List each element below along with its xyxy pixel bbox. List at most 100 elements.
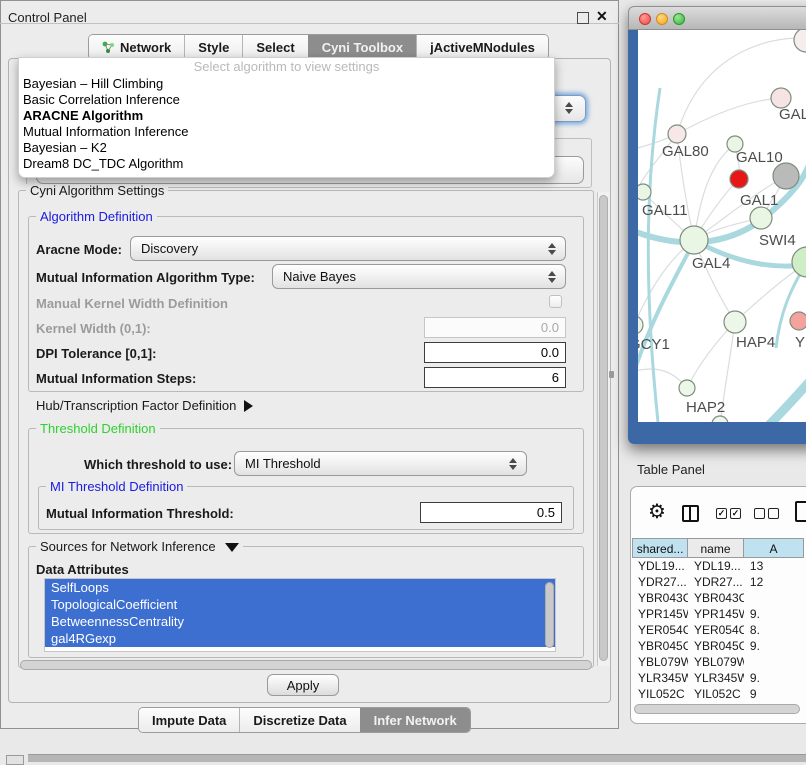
table-cell: 9. [744,606,804,622]
table-cell: YBL079W [632,654,688,670]
network-node[interactable] [792,247,806,277]
tab-network[interactable]: Network [89,35,184,59]
network-node[interactable] [712,416,728,422]
network-graph: GALGAL80GAL10GAL1GAL11GAL4SWI4GCY1HAP4YH… [638,30,806,422]
close-traffic-light[interactable] [639,13,651,25]
table-cell: YIL052C [688,686,744,701]
zoom-traffic-light[interactable] [673,13,685,25]
network-node[interactable] [638,184,651,200]
apply-button[interactable]: Apply [267,674,339,696]
network-node[interactable] [730,170,748,188]
tab-infer-network[interactable]: Infer Network [360,708,470,732]
table-row[interactable]: YIL052CYIL052C9 [632,686,804,701]
network-node[interactable] [680,226,708,254]
table-row[interactable]: YER054CYER054C8. [632,622,804,638]
table-cell: YLR345W [632,670,688,686]
manual-kernel-checkbox[interactable] [549,295,562,308]
hub-definition-section[interactable]: Hub/Transcription Factor Definition [36,398,253,413]
mi-algorithm-type-select[interactable]: Naive Bayes [272,264,566,289]
manual-kernel-label: Manual Kernel Width Definition [36,296,228,311]
new-table-icon[interactable] [795,501,806,522]
column-header[interactable]: A [744,538,804,558]
float-window-icon[interactable] [577,12,589,24]
kernel-width-field[interactable] [424,317,566,338]
dpi-tolerance-field[interactable] [424,342,566,363]
node-table[interactable]: shared...nameA YDL19...YDL19...13YDR27..… [632,538,804,701]
network-node-label: GAL10 [736,149,783,166]
algorithm-dropdown-popup: Select algorithm to view settings Bayesi… [18,57,555,178]
table-cell: YBR043C [632,590,688,606]
columns-icon[interactable] [682,505,699,522]
network-node[interactable] [750,207,772,229]
aracne-mode-label: Aracne Mode: [36,242,122,257]
network-node[interactable] [638,316,643,334]
attribute-item[interactable]: gal4RGexp [45,630,555,647]
tab-network-label: Network [120,40,171,55]
table-cell: 9. [744,670,804,686]
column-header[interactable]: name [688,538,744,558]
algorithm-option[interactable]: Basic Correlation Inference [19,92,554,108]
network-node[interactable] [724,311,746,333]
table-row[interactable]: YBR045CYBR045C9. [632,638,804,654]
algorithm-option[interactable]: Bayesian – K2 [19,140,554,156]
attribute-item[interactable]: BetweennessCentrality [45,613,555,630]
network-node[interactable] [668,125,686,143]
expand-arrow-icon[interactable] [244,400,253,412]
network-node[interactable] [790,312,806,330]
algorithm-option[interactable]: Dream8 DC_TDC Algorithm [19,156,554,172]
stepper-arrows-icon [504,458,526,470]
table-hscrollbar-thumb[interactable] [634,704,800,714]
collapsed-panel-icon[interactable] [6,755,24,765]
minimize-traffic-light[interactable] [656,13,668,25]
tab-discretize-data-label: Discretize Data [253,713,346,728]
tab-impute-data[interactable]: Impute Data [139,708,239,732]
tab-style[interactable]: Style [184,35,242,59]
table-header-row: shared...nameA [632,538,804,558]
collapse-arrow-icon[interactable] [225,543,239,552]
table-row[interactable]: YDR27...YDR27...12 [632,574,804,590]
settings-hscrollbar-thumb[interactable] [20,660,592,670]
network-node[interactable] [794,30,806,52]
control-panel-titlebar[interactable] [0,0,619,24]
network-node[interactable] [679,380,695,396]
network-canvas[interactable]: GALGAL80GAL10GAL1GAL11GAL4SWI4GCY1HAP4YH… [638,30,806,422]
table-row[interactable]: YPR145WYPR145W9. [632,606,804,622]
attribute-item[interactable]: SelfLoops [45,579,555,596]
table-row[interactable]: YBR043CYBR043C [632,590,804,606]
attributes-scrollbar-thumb[interactable] [545,582,554,648]
aracne-mode-value: Discovery [131,241,543,256]
close-icon[interactable]: ✕ [596,8,608,25]
mi-steps-field[interactable] [424,367,566,388]
gear-icon[interactable]: ⚙ [648,502,666,522]
sources-title-row[interactable]: Sources for Network Inference [36,540,243,553]
table-cell: YBL079W [688,654,744,670]
which-threshold-label: Which threshold to use: [84,457,232,472]
tab-jactivemnodules[interactable]: jActiveMNodules [416,35,548,59]
algorithm-option[interactable]: Mutual Information Inference [19,124,554,140]
tab-cyni-toolbox[interactable]: Cyni Toolbox [308,35,416,59]
network-icon [102,41,115,54]
which-threshold-select[interactable]: MI Threshold [234,451,527,476]
tab-select[interactable]: Select [242,35,307,59]
tab-discretize-data[interactable]: Discretize Data [239,708,359,732]
table-row[interactable]: YLR345WYLR345W9. [632,670,804,686]
column-header[interactable]: shared... [632,538,688,558]
aracne-mode-select[interactable]: Discovery [130,236,566,261]
select-all-icon[interactable]: ✓ ✓ [716,508,741,519]
network-window-titlebar[interactable] [628,6,806,30]
tab-select-label: Select [256,40,294,55]
table-row[interactable]: YDL19...YDL19...13 [632,558,804,574]
table-cell: YPR145W [632,606,688,622]
attribute-item[interactable]: TopologicalCoefficient [45,596,555,613]
deselect-all-icon[interactable] [754,508,779,519]
network-node[interactable] [771,88,791,108]
algorithm-option[interactable]: ARACNE Algorithm [19,108,554,124]
data-attributes-list[interactable]: SelfLoopsTopologicalCoefficientBetweenne… [44,578,556,652]
mi-threshold-field[interactable] [420,502,562,523]
splitter-handle[interactable] [609,371,614,378]
table-row[interactable]: YBL079WYBL079W [632,654,804,670]
settings-scrollbar-thumb[interactable] [599,195,608,661]
node-table-clip: shared...nameA YDL19...YDL19...13YDR27..… [632,538,804,701]
network-node[interactable] [773,163,799,189]
algorithm-option[interactable]: Bayesian – Hill Climbing [19,76,554,92]
